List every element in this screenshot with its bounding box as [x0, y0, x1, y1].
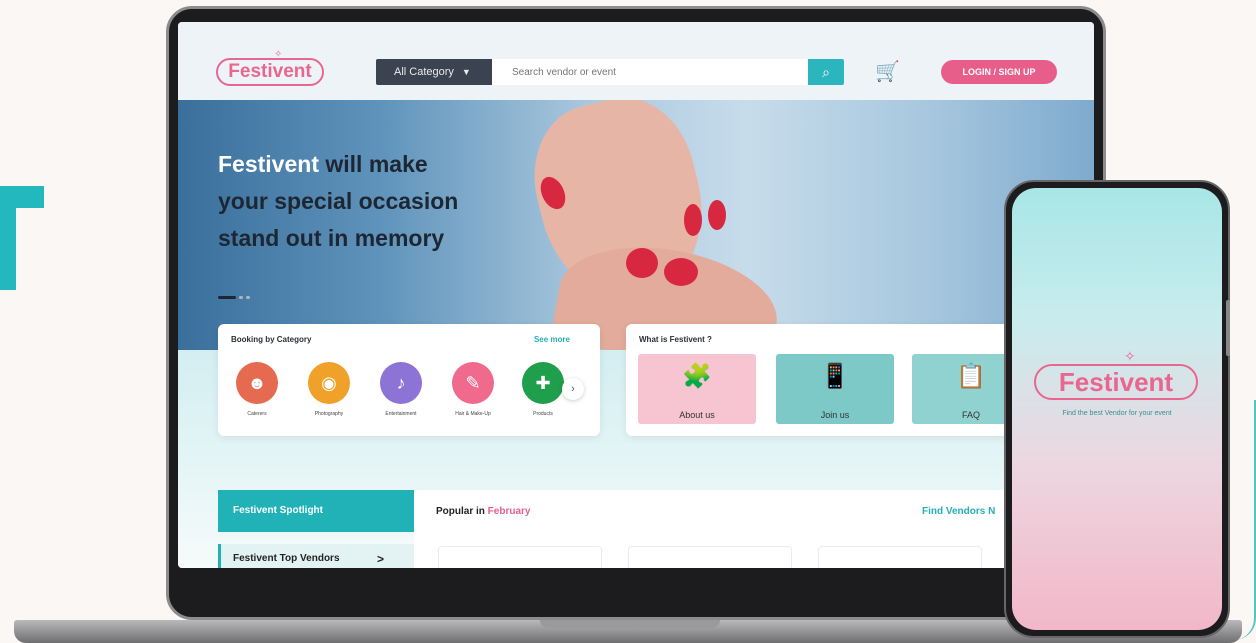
site-logo[interactable]: Festivent [216, 58, 324, 86]
find-vendors-link[interactable]: Find Vendors N [922, 506, 995, 517]
join-us-tile[interactable]: 📱 Join us [776, 354, 894, 424]
phone-screen: ✧ Festivent Find the best Vendor for you… [1012, 188, 1222, 630]
see-more-link[interactable]: See more [534, 335, 570, 344]
chevron-down-icon: ▼ [461, 67, 471, 77]
laptop-notch [540, 620, 720, 628]
phone-logo: Festivent [1034, 364, 1198, 400]
top-vendors-label: Festivent Top Vendors [233, 553, 340, 564]
henna-mark [708, 200, 726, 230]
carousel-indicator[interactable] [218, 286, 253, 304]
category-label: Caterers [247, 411, 267, 417]
hero-line-3: stand out in memory [218, 225, 445, 251]
category-caterers[interactable]: ☻ Caterers [228, 354, 286, 424]
category-label: Hair & Make-Up [455, 411, 491, 417]
what-title: What is Festivent ? [639, 335, 712, 344]
chef-icon: ☻ [236, 362, 278, 404]
hero-banner: Festivent will make your special occasio… [178, 100, 1094, 350]
search-input[interactable] [492, 59, 808, 85]
booking-title: Booking by Category [231, 335, 312, 344]
search-icon: ⌕ [822, 64, 830, 80]
popular-heading: Popular in February [436, 506, 530, 517]
phone-tagline: Find the best Vendor for your event [1062, 410, 1172, 417]
phone-side-button [1226, 300, 1230, 356]
hero-line-2: your special occasion [218, 188, 459, 214]
popular-panel: Popular in February Find Vendors N [414, 490, 1094, 568]
about-us-tile[interactable]: 🧩 About us [638, 354, 756, 424]
category-hair-makeup[interactable]: ✎ Hair & Make-Up [444, 354, 502, 424]
camera-icon: ◉ [308, 362, 350, 404]
henna-mark [664, 258, 698, 286]
popular-month: February [487, 506, 531, 517]
what-is-festivent-card: What is Festivent ? 🧩 About us 📱 Join us… [626, 324, 1030, 436]
chevron-right-icon: > [376, 552, 384, 566]
carousel-dot[interactable] [246, 296, 250, 299]
carousel-dot[interactable] [239, 296, 243, 299]
category-photography[interactable]: ◉ Photography [300, 354, 358, 424]
tile-label: About us [679, 410, 715, 420]
puzzle-icon: 🧩 [682, 363, 712, 390]
hero-line-1: will make [318, 151, 428, 177]
category-dropdown-label: All Category [394, 66, 454, 78]
gift-icon: ✚ [522, 362, 564, 404]
navbar: ✧ Festivent All Category▼ ⌕ 🛒 LOGIN / SI… [178, 22, 1094, 100]
vendor-card[interactable] [438, 546, 602, 568]
henna-mark [684, 204, 702, 236]
laptop-screen: ✧ Festivent All Category▼ ⌕ 🛒 LOGIN / SI… [178, 22, 1094, 568]
vendor-card[interactable] [818, 546, 982, 568]
cart-icon[interactable]: 🛒 [875, 62, 900, 82]
microphone-icon: ♪ [380, 362, 422, 404]
top-vendors-item[interactable]: Festivent Top Vendors > [218, 544, 414, 568]
search-button[interactable]: ⌕ [808, 59, 844, 85]
vendor-card[interactable] [628, 546, 792, 568]
category-entertainment[interactable]: ♪ Entertainment [372, 354, 430, 424]
phone-hand-icon: 📱 [820, 363, 850, 390]
decorative-curve [1234, 400, 1256, 640]
category-dropdown[interactable]: All Category ▼ [376, 59, 492, 85]
login-signup-button[interactable]: LOGIN / SIGN UP [941, 60, 1057, 84]
decorative-t-glyph [0, 186, 44, 290]
makeup-icon: ✎ [452, 362, 494, 404]
booking-category-card: Booking by Category See more ☻ Caterers … [218, 324, 600, 436]
henna-mark [626, 248, 658, 278]
popular-prefix: Popular in [436, 506, 488, 517]
hero-headline: Festivent will make your special occasio… [218, 146, 518, 257]
tile-label: Join us [820, 410, 850, 420]
category-label: Photography [314, 411, 344, 417]
hero-brand: Festivent [218, 151, 319, 177]
logo-flame-icon: ✧ [1124, 348, 1136, 364]
category-label: Products [533, 411, 553, 417]
category-label: Entertainment [385, 411, 417, 417]
carousel-dot-active[interactable] [218, 296, 236, 299]
t-stem [0, 186, 16, 290]
spotlight-header[interactable]: Festivent Spotlight [218, 490, 414, 532]
chevron-right-icon[interactable]: › [562, 378, 584, 400]
